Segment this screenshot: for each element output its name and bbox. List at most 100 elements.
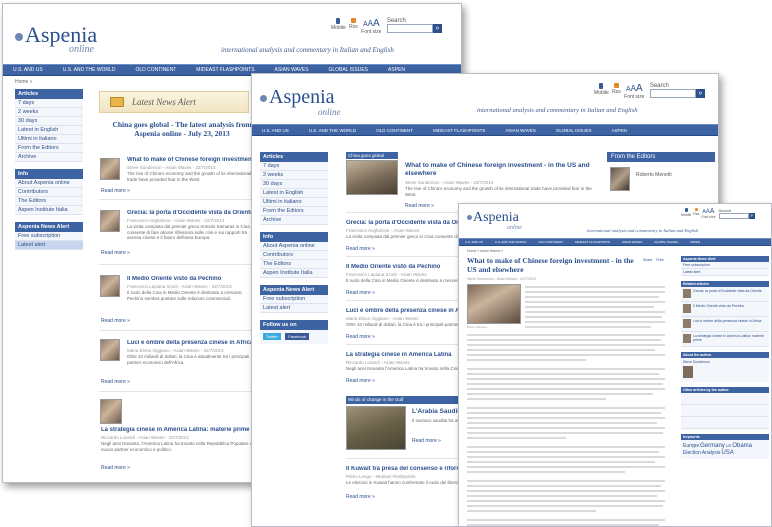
search-input[interactable] [649,89,696,98]
article-headline[interactable]: Grecia: la porta d'Occidente vista da Or… [127,210,257,216]
sidebar-item-latest-alert[interactable]: Latest alert [260,304,328,313]
read-more-link[interactable]: Read more » [101,465,130,471]
site-logo[interactable]: Aspenia online [15,22,97,55]
related-article[interactable]: Grecia: la porta d'Occidente vista da Or… [681,287,769,302]
author-name[interactable]: Steve Sunderson [683,360,710,364]
editor-name[interactable]: Roberto Menotti [636,172,706,178]
sidebar-item-ultimi-italiano[interactable]: Ultimi in italiano [15,135,83,144]
sidebar-item-30-days[interactable]: 30 days [260,180,328,189]
search-input[interactable] [386,24,433,33]
sidebar-item-archive[interactable]: Archive [15,153,83,162]
sidebar-item-from-editors[interactable]: From the Editors [15,144,83,153]
nav-mideast[interactable]: MIDEAST FLASHPOINTS [196,67,254,73]
sidebar-item-ultimi-italiano[interactable]: Ultimi in italiano [260,198,328,207]
read-more-link[interactable]: Read more » [405,203,434,209]
sidebar-item-30-days[interactable]: 30 days [15,117,83,126]
related-article[interactable]: Il Medio Oriente visto da Pechino [681,302,769,317]
search-button[interactable]: » [748,213,755,219]
sidebar-item-latest-english[interactable]: Latest in English [260,189,328,198]
article-summary: The rise of China's economy and the grow… [127,171,252,182]
nav-us-and-world[interactable]: U.S. AND THE WORLD [63,67,116,73]
sidebar-item-2-weeks[interactable]: 2 weeks [15,108,83,117]
read-more-link[interactable]: Read more » [101,379,130,385]
twitter-button[interactable]: Twitter [263,333,281,340]
read-more-link[interactable]: Read more » [346,494,375,500]
search-input[interactable] [718,213,749,219]
search-button[interactable]: » [695,89,705,98]
rss-link[interactable]: Rss [349,18,358,30]
breadcrumb[interactable]: Home » Asian Waves » [467,249,503,253]
read-more-link[interactable]: Read more » [346,246,375,252]
print-button[interactable]: Print [656,258,663,262]
related-article[interactable]: La strategia cinese in America Latina: m… [681,332,769,347]
sidebar-item-7-days[interactable]: 7 days [260,162,328,171]
sidebar-item-2-weeks[interactable]: 2 weeks [260,171,328,180]
sidebar-item-from-editors[interactable]: From the Editors [260,207,328,216]
font-size-control[interactable]: AAA Font size [624,83,644,100]
sidebar-item-latest-alert[interactable]: Latest alert [15,241,83,250]
nav-global-issues[interactable]: GLOBAL ISSUES [654,240,678,244]
nav-aspen[interactable]: ASPEN [612,128,627,133]
sidebar-item-archive[interactable]: Archive [260,216,328,225]
font-size-control[interactable]: AAA Font size [361,18,381,35]
sidebar: Articles 7 days 2 weeks 30 days Latest i… [260,152,328,344]
share-button[interactable]: Share [643,258,652,262]
read-more-link[interactable]: Read more » [346,290,375,296]
nav-mideast[interactable]: MIDEAST FLASHPOINTS [433,128,485,133]
nav-us-and-us[interactable]: U.S. AND US [465,240,483,244]
other-article[interactable] [681,417,769,429]
article-headline[interactable]: Luci e ombre della presenza cinese in Af… [127,340,257,346]
site-logo[interactable]: Aspenia online [260,86,341,117]
article-headline[interactable]: La strategia cinese in America Latina: m… [101,427,261,433]
other-article[interactable] [681,393,769,405]
article-headline[interactable]: What to make of Chinese foreign investme… [127,157,257,163]
facebook-button[interactable]: Facebook [285,333,309,340]
sidebar-item-latest-alert[interactable]: Latest alert [681,269,769,276]
sidebar-item-7-days[interactable]: 7 days [15,99,83,108]
sidebar-item-contributors[interactable]: Contributors [260,251,328,260]
read-more-link[interactable]: Read more » [346,378,375,384]
nav-us-and-world[interactable]: U.S. AND THE WORLD [495,240,527,244]
nav-old-continent[interactable]: OLD CONTINENT [538,240,563,244]
sidebar-item-about[interactable]: About Aspenia online [260,242,328,251]
nav-old-continent[interactable]: OLD CONTINENT [135,67,176,73]
read-more-link[interactable]: Read more » [101,318,130,324]
sidebar-item-contributors[interactable]: Contributors [15,188,83,197]
sidebar-item-free-subscription[interactable]: Free subscription [260,295,328,304]
search-button[interactable]: » [432,24,442,33]
rss-link[interactable]: Rss [693,208,699,216]
sidebar-item-editors[interactable]: The Editors [15,197,83,206]
nav-us-and-us[interactable]: U.S. AND US [13,67,43,73]
sidebar-item-editors[interactable]: The Editors [260,260,328,269]
font-size-control[interactable]: AAA Font size [701,208,715,219]
mobile-link[interactable]: Mobile [681,208,691,217]
nav-asian-waves[interactable]: ASIAN WAVES [505,128,536,133]
rss-link[interactable]: Rss [612,83,621,95]
breadcrumb[interactable]: Home » [15,79,33,85]
nav-us-and-us[interactable]: U.S. AND US [262,128,289,133]
sidebar-item-aspen-institute[interactable]: Aspen Institute Italia [260,269,328,278]
related-article[interactable]: Luci e ombre della presenza cinese in Af… [681,317,769,332]
article-headline[interactable]: Il Medio Oriente visto da Pechino [127,276,257,282]
nav-old-continent[interactable]: OLD CONTINENT [376,128,413,133]
sidebar-item-free-subscription[interactable]: Free subscription [15,232,83,241]
sidebar-item-free-subscription[interactable]: Free subscription [681,262,769,269]
right-sidebar: Aspenia News Alert Free subscription Lat… [681,256,769,459]
feature-headline[interactable]: What to make of Chinese foreign investme… [405,162,595,178]
mobile-link[interactable]: Mobile [594,83,609,96]
mobile-link[interactable]: Mobile [331,18,346,31]
sidebar-item-aspen-institute[interactable]: Aspen Institute Italia [15,206,83,215]
site-logo[interactable]: Aspenia online [467,210,522,231]
read-more-link[interactable]: Read more » [412,438,441,444]
other-article[interactable] [681,405,769,417]
read-more-link[interactable]: Read more » [101,250,130,256]
nav-global-issues[interactable]: GLOBAL ISSUES [556,128,592,133]
nav-aspen[interactable]: ASPEN [690,240,700,244]
read-more-link[interactable]: Read more » [346,334,375,340]
nav-mideast[interactable]: MIDEAST FLASHPOINTS [575,240,610,244]
read-more-link[interactable]: Read more » [101,188,130,194]
sidebar-item-latest-english[interactable]: Latest in English [15,126,83,135]
sidebar-item-about[interactable]: About Aspenia online [15,179,83,188]
nav-asian-waves[interactable]: ASIAN WAVES [622,240,642,244]
nav-us-and-world[interactable]: U.S. AND THE WORLD [309,128,356,133]
